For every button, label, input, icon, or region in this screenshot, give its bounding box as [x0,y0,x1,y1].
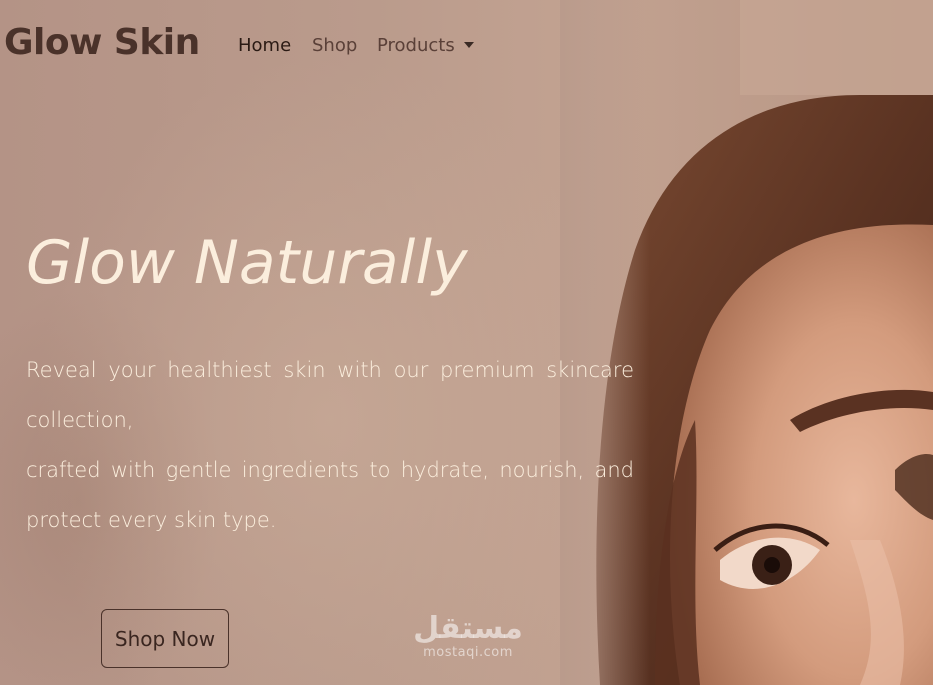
hero-description-line: protect every skin type. [26,508,277,532]
shop-now-button[interactable]: Shop Now [101,609,229,668]
hero-description-line: collection, [26,408,134,432]
watermark: مستقل mostaqi.com [408,612,528,672]
hero-description: Reveal your healthiest skin with our pre… [26,345,634,545]
nav-dropdown-products[interactable]: Products [377,35,474,56]
watermark-logo: مستقل [413,611,523,646]
hero-description-line: crafted with gentle ingredients to hydra… [26,458,634,482]
hero-portrait-image [560,0,933,685]
watermark-text: mostaqi.com [423,645,513,660]
navbar: Glow Skin Home Shop Products [0,0,933,94]
brand-logo[interactable]: Glow Skin [4,22,200,63]
nav-link-home[interactable]: Home [238,35,291,56]
nav-dropdown-products-label: Products [377,35,455,56]
hero-title: Glow Naturally [26,228,468,298]
caret-down-icon [463,42,474,48]
hero-description-line: Reveal your healthiest skin with our pre… [26,358,634,382]
nav-link-shop[interactable]: Shop [312,35,357,56]
